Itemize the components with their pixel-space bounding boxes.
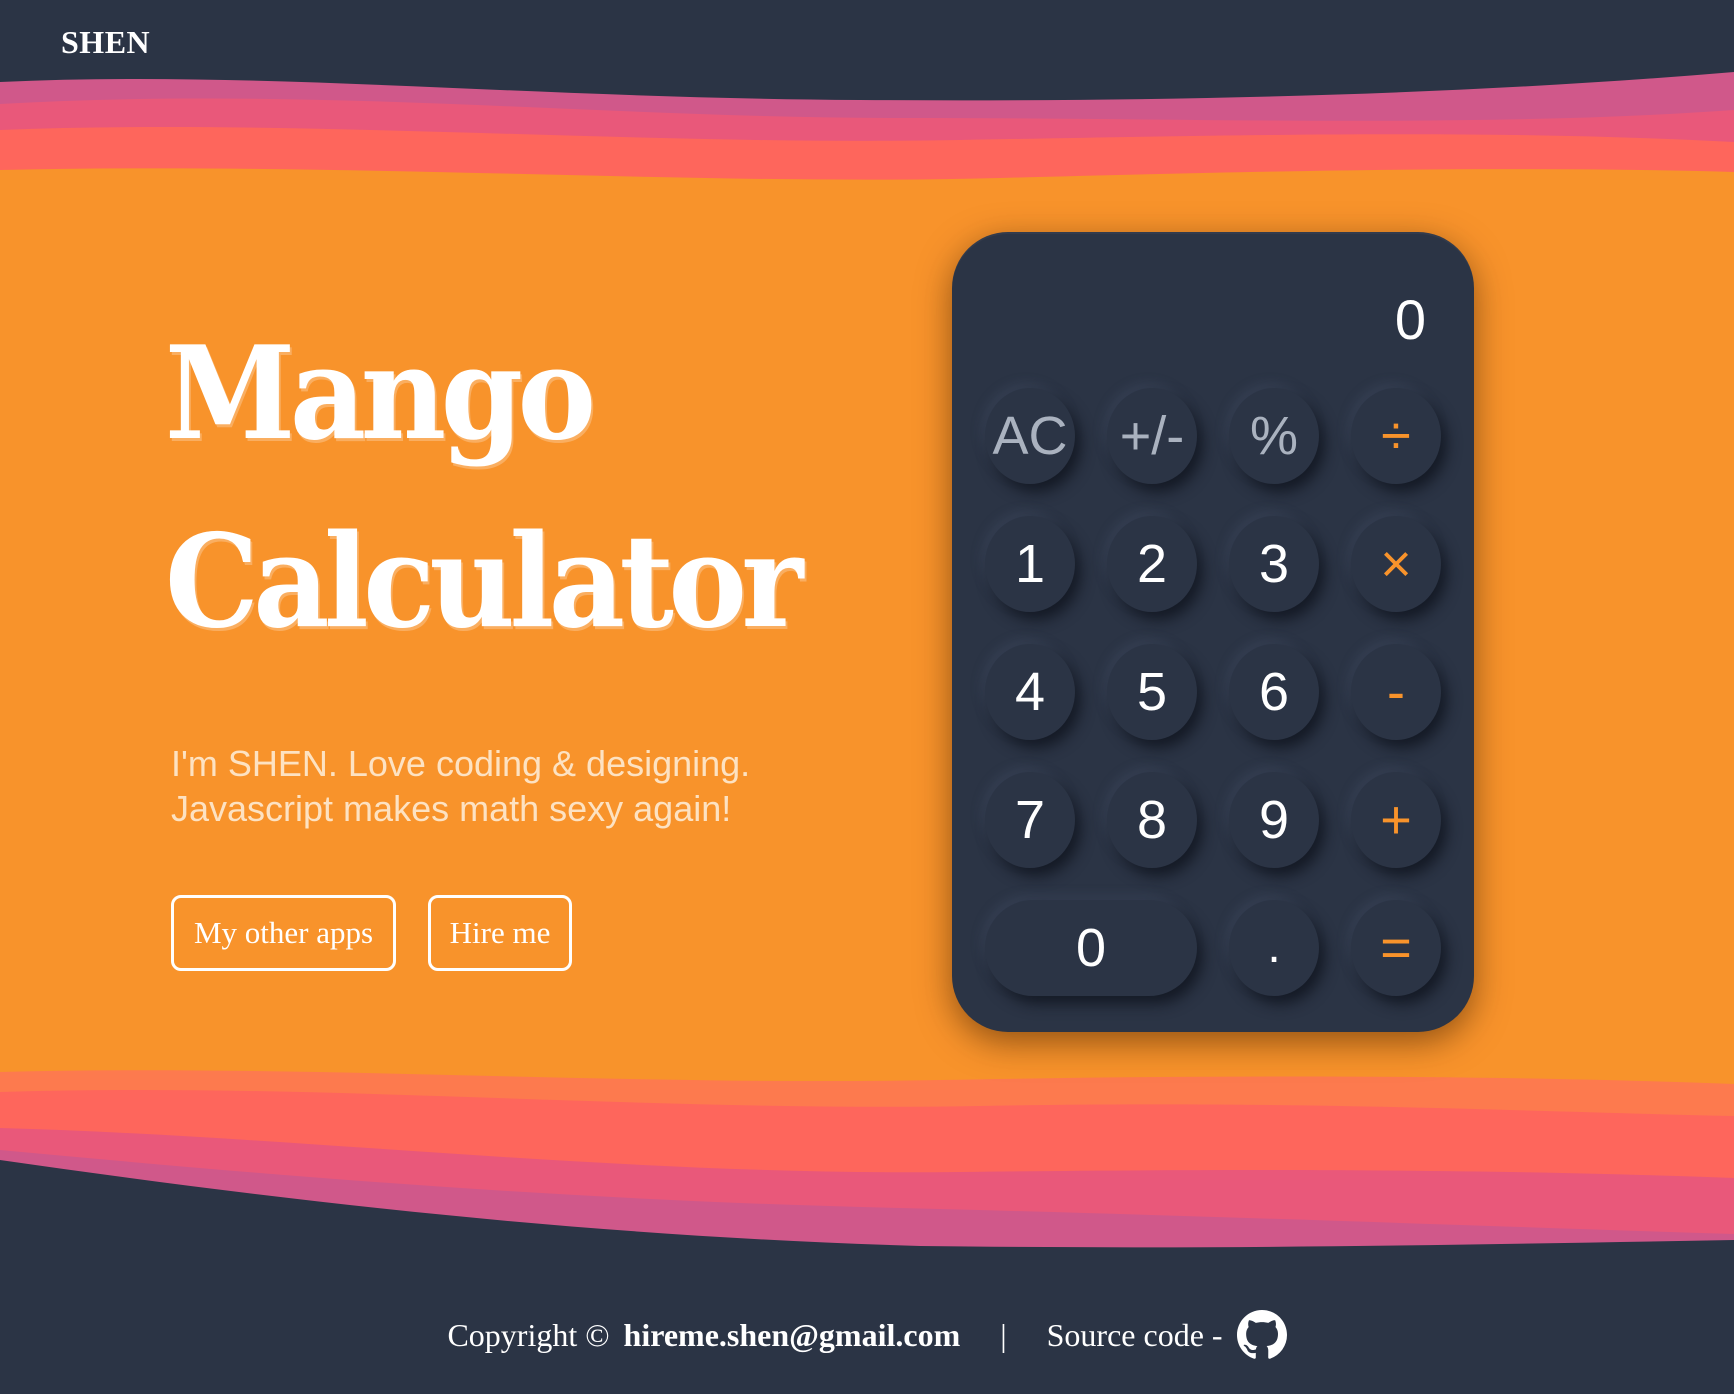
key-6[interactable]: 6 [1229,644,1319,740]
key-4[interactable]: 4 [985,644,1075,740]
key-9[interactable]: 9 [1229,772,1319,868]
calculator-display: 0 [1394,288,1426,351]
key-equals[interactable]: = [1351,900,1441,996]
key-all-clear[interactable]: AC [985,388,1075,484]
key-divide[interactable]: ÷ [1351,388,1441,484]
source-code-label: Source code - [1046,1316,1223,1353]
tagline-line1: I'm SHEN. Love coding & designing. [171,743,751,784]
key-0[interactable]: 0 [985,900,1197,996]
footer: Copyright © hireme.shen@gmail.com | Sour… [0,1305,1734,1365]
copyright-text: Copyright © [447,1316,610,1353]
key-7[interactable]: 7 [985,772,1075,868]
hero-title-line2: Calculator [165,507,803,657]
key-5[interactable]: 5 [1107,644,1197,740]
hire-me-button[interactable]: Hire me [428,895,572,971]
key-3[interactable]: 3 [1229,516,1319,612]
key-plus-minus[interactable]: +/- [1107,388,1197,484]
hero-title-line1: Mango [165,319,596,469]
tagline-line2: Javascript makes math sexy again! [171,788,732,829]
key-percent[interactable]: % [1229,388,1319,484]
key-1[interactable]: 1 [985,516,1075,612]
footer-separator: | [1000,1316,1007,1353]
key-2[interactable]: 2 [1107,516,1197,612]
hero-tagline: I'm SHEN. Love coding & designing. Javas… [171,741,750,831]
key-8[interactable]: 8 [1107,772,1197,868]
brand-logo[interactable]: SHEN [61,24,150,61]
hero-title: Mango Calculator [165,300,803,676]
email-link[interactable]: hireme.shen@gmail.com [624,1317,961,1354]
key-decimal[interactable]: . [1229,900,1319,996]
key-multiply[interactable]: × [1351,516,1441,612]
key-plus[interactable]: + [1351,772,1441,868]
key-minus[interactable]: - [1351,644,1441,740]
github-icon[interactable] [1236,1310,1287,1360]
calculator: 0 AC +/- % ÷ 1 2 3 × 4 5 6 - 7 8 9 + 0 .… [952,232,1474,1032]
my-other-apps-button[interactable]: My other apps [171,895,396,971]
